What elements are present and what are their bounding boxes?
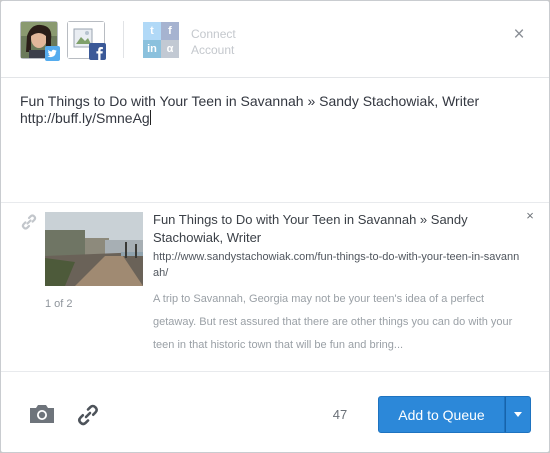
app-net-icon: α: [161, 40, 179, 58]
facebook-icon: f: [161, 22, 179, 40]
status-composer[interactable]: Fun Things to Do with Your Teen in Savan…: [20, 93, 530, 127]
link-icon: [78, 404, 98, 426]
facebook-badge-icon: [89, 43, 106, 60]
facebook-page-avatar[interactable]: [67, 21, 106, 60]
attachment-title[interactable]: Fun Things to Do with Your Teen in Savan…: [153, 211, 503, 247]
linkedin-icon: in: [143, 40, 161, 58]
riverfront-photo-icon: [45, 212, 143, 286]
character-count: 47: [332, 407, 348, 422]
queue-options-dropdown[interactable]: [505, 396, 531, 433]
add-to-queue-button[interactable]: Add to Queue: [378, 396, 505, 433]
link-icon: [20, 213, 38, 231]
attachment-url[interactable]: http://www.sandystachowiak.com/fun-thing…: [153, 249, 523, 281]
thumbnail-page-count: 1 of 2: [45, 298, 73, 310]
connect-account-link[interactable]: Connect Account: [191, 26, 261, 58]
connect-account-tile[interactable]: t f in α: [143, 22, 179, 58]
composer-dialog: t f in α Connect Account × Fun Things to…: [0, 0, 550, 453]
twitter-icon: t: [143, 22, 161, 40]
attachment-description[interactable]: A trip to Savannah, Georgia may not be y…: [153, 288, 523, 357]
add-link-button[interactable]: [76, 403, 100, 427]
header-divider: [123, 21, 124, 58]
twitter-badge-icon: [45, 46, 60, 61]
attachment-thumbnail[interactable]: [45, 212, 143, 286]
composer-text: Fun Things to Do with Your Teen in Savan…: [20, 93, 480, 126]
remove-attachment-button[interactable]: ×: [523, 209, 537, 223]
close-dialog-button[interactable]: ×: [508, 24, 530, 46]
twitter-profile-avatar[interactable]: [20, 21, 60, 61]
camera-icon: [30, 405, 54, 423]
divider: [1, 202, 549, 203]
divider: [1, 371, 549, 372]
dialog-header: t f in α Connect Account ×: [1, 1, 549, 78]
add-photo-button[interactable]: [29, 402, 55, 426]
text-caret: [149, 110, 151, 125]
